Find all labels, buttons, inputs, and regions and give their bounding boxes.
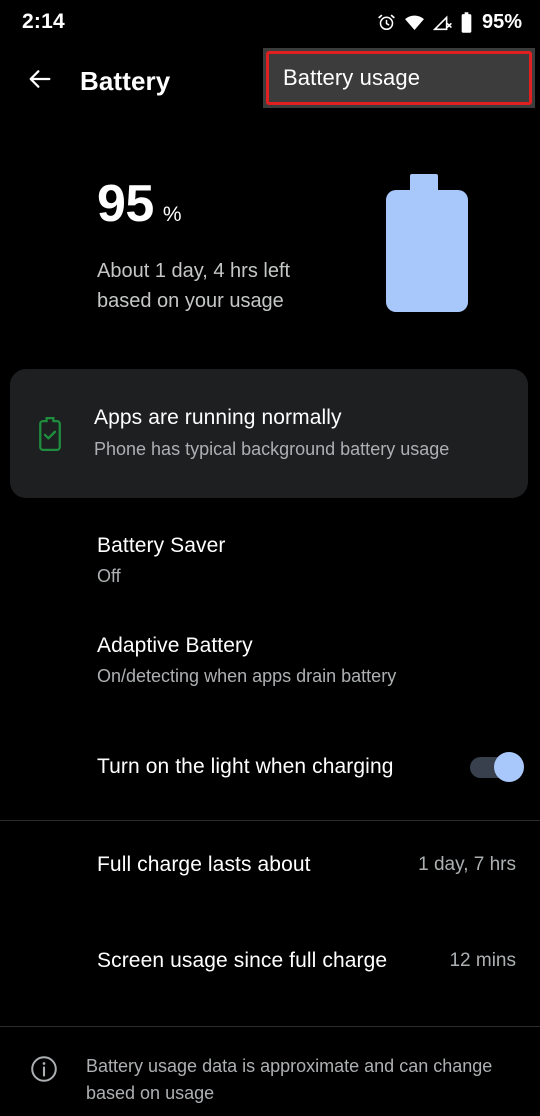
row-screen-usage-text: Screen usage since full charge: [97, 946, 433, 976]
battery-status-card-text: Apps are running normally Phone has typi…: [94, 406, 449, 462]
row-adaptive-battery-title: Adaptive Battery: [97, 634, 253, 657]
row-battery-saver-text: Battery Saver Off: [97, 531, 516, 589]
page-title: Battery: [80, 65, 171, 96]
battery-status-card-title: Apps are running normally: [94, 405, 342, 429]
wifi-icon: [404, 13, 425, 32]
row-screen-usage-since-full-charge[interactable]: Screen usage since full charge 12 mins: [0, 909, 540, 1012]
battery-icon: [460, 11, 473, 33]
battery-estimate-line-2: based on your usage: [97, 290, 284, 312]
battery-usage-disclaimer: Battery usage data is approximate and ca…: [0, 1027, 540, 1116]
back-arrow-icon: [26, 65, 54, 98]
row-adaptive-battery[interactable]: Adaptive Battery On/detecting when apps …: [0, 606, 540, 714]
battery-full-icon: [384, 168, 480, 321]
battery-status-card-description: Phone has typical background battery usa…: [94, 438, 450, 459]
row-light-when-charging-text: Turn on the light when charging: [97, 752, 452, 782]
battery-percent-value: 95: [97, 175, 154, 233]
status-bar: 2:14 95%: [0, 0, 540, 44]
back-button[interactable]: [12, 53, 68, 109]
battery-estimate-line-1: About 1 day, 4 hrs left: [97, 260, 291, 282]
cellular-no-signal-icon: [432, 13, 452, 32]
settings-rows: Battery Saver Off Adaptive Battery On/de…: [0, 514, 540, 1012]
row-battery-saver[interactable]: Battery Saver Off: [0, 514, 540, 606]
battery-status-card[interactable]: Apps are running normally Phone has typi…: [10, 369, 528, 498]
battery-check-icon: [28, 416, 72, 451]
light-when-charging-toggle[interactable]: [470, 751, 524, 783]
battery-settings-screen: 2:14 95% Battery Battery usage 95 % Abou…: [0, 0, 540, 1116]
battery-estimate: About 1 day, 4 hrs left based on your us…: [97, 256, 290, 316]
row-screen-usage-title: Screen usage since full charge: [97, 948, 388, 972]
battery-percent-sign: %: [162, 203, 182, 226]
status-bar-clock: 2:14: [22, 10, 65, 33]
battery-usage-disclaimer-text: Battery usage data is approximate and ca…: [86, 1056, 493, 1103]
row-adaptive-battery-text: Adaptive Battery On/detecting when apps …: [97, 631, 516, 689]
info-icon: [22, 1053, 66, 1083]
toggle-thumb: [494, 752, 524, 782]
row-full-charge-title: Full charge lasts about: [97, 853, 311, 876]
row-light-when-charging[interactable]: Turn on the light when charging: [0, 714, 540, 820]
row-full-charge-text: Full charge lasts about: [97, 850, 402, 880]
status-bar-battery-percent: 95%: [481, 10, 522, 33]
battery-usage-button-label: Battery usage: [283, 65, 421, 90]
battery-percent-row: 95 %: [97, 178, 290, 230]
row-adaptive-battery-subtitle: On/detecting when apps drain battery: [97, 666, 397, 686]
row-full-charge-lasts-about[interactable]: Full charge lasts about 1 day, 7 hrs: [0, 821, 540, 909]
row-battery-saver-subtitle: Off: [97, 566, 121, 586]
row-light-when-charging-title: Turn on the light when charging: [97, 755, 394, 778]
status-bar-icons: 95%: [377, 11, 522, 34]
row-screen-usage-value: 12 mins: [449, 949, 516, 971]
row-battery-saver-title: Battery Saver: [97, 534, 226, 557]
battery-summary: 95 % About 1 day, 4 hrs left based on yo…: [0, 160, 540, 340]
battery-summary-text: 95 % About 1 day, 4 hrs left based on yo…: [97, 178, 290, 316]
alarm-icon: [377, 13, 396, 32]
battery-usage-button[interactable]: Battery usage: [263, 48, 535, 108]
row-full-charge-value: 1 day, 7 hrs: [418, 854, 516, 875]
